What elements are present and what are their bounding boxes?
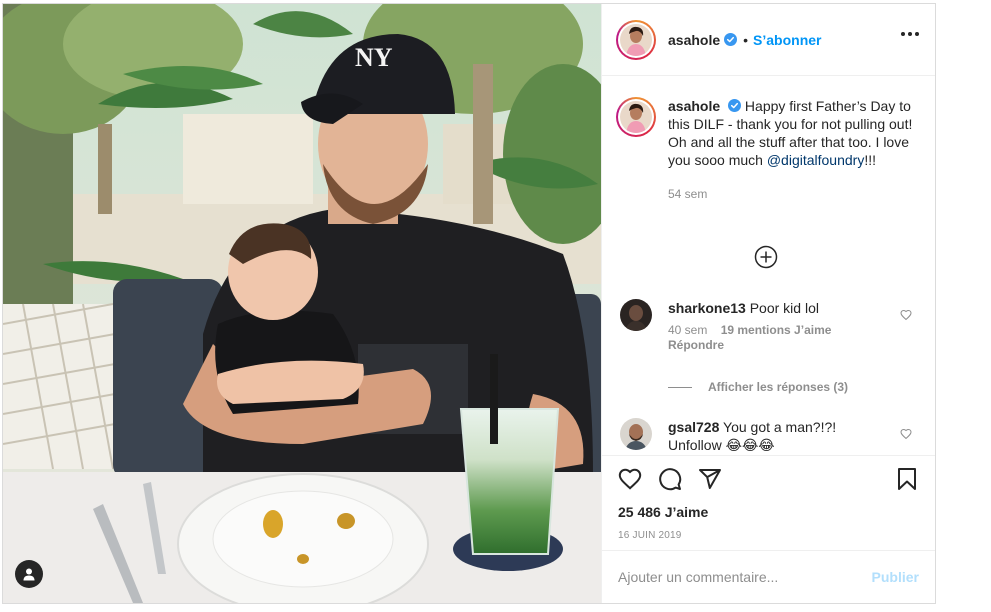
caption-time[interactable]: 54 sem [668,185,926,203]
header-separator: • [743,31,749,48]
publish-button[interactable]: Publier [872,569,919,585]
heart-icon[interactable] [618,467,642,491]
user-tag-icon[interactable] [15,560,43,588]
comment-input[interactable] [618,569,872,585]
photo-illustration: NY [3,4,601,603]
post-caption: asahole Happy first Father’s Day to this… [616,97,926,203]
replies-divider [668,386,692,388]
caption-text: asahole Happy first Father’s Day to this… [668,97,926,203]
author-username[interactable]: asahole [668,32,720,48]
caption-username[interactable]: asahole [668,98,720,114]
plus-circle-icon[interactable] [754,245,778,269]
comment-text: Poor kid lol [749,300,819,316]
view-replies-button[interactable]: Afficher les réponses (3) [668,380,848,394]
post-card: NY asahole • S’abonner asahole Happy fir… [2,3,936,604]
follow-button[interactable]: S’abonner [753,32,821,48]
commenter-username[interactable]: sharkone13 [668,300,746,316]
heart-icon[interactable] [900,428,912,440]
paper-plane-icon[interactable] [698,467,722,491]
post-details-panel: asahole • S’abonner asahole Happy first … [601,4,935,603]
comment-item: sharkone13 Poor kid lol 40 sem 19 mentio… [620,299,920,353]
post-photo[interactable]: NY [3,4,601,603]
verified-badge-icon [724,33,738,46]
bookmark-icon[interactable] [895,467,919,491]
comment-likes[interactable]: 19 mentions J’aime [721,323,832,337]
comments-section[interactable]: asahole Happy first Father’s Day to this… [602,77,935,455]
heart-icon[interactable] [900,309,912,321]
caption-mention[interactable]: @digitalfoundry [767,152,865,168]
caption-avatar[interactable] [616,97,656,137]
comment-time[interactable]: 40 sem [668,323,707,337]
action-icons [618,456,921,502]
view-replies-label[interactable]: Afficher les réponses (3) [708,380,848,394]
reply-button[interactable]: Répondre [668,338,724,352]
svg-text:NY: NY [355,43,393,72]
caption-text-end: !!! [864,152,877,168]
commenter-username[interactable]: gsal728 [668,419,719,435]
post-actions: 25 486 J’aime 16 JUIN 2019 [602,455,935,550]
verified-badge-icon [728,99,742,112]
comment-item: gsal728 You got a man?!?! Unfollow 😂😂😂 [620,418,920,454]
comment-bubble-icon[interactable] [658,467,682,491]
likes-count[interactable]: 25 486 J’aime [618,504,921,520]
post-date[interactable]: 16 JUIN 2019 [618,530,921,541]
more-options-icon[interactable] [901,32,919,36]
commenter-avatar[interactable] [620,418,652,450]
commenter-avatar[interactable] [620,299,652,331]
author-avatar[interactable] [616,19,656,60]
add-comment-bar: Publier [602,550,935,603]
post-header: asahole • S’abonner [602,4,935,76]
